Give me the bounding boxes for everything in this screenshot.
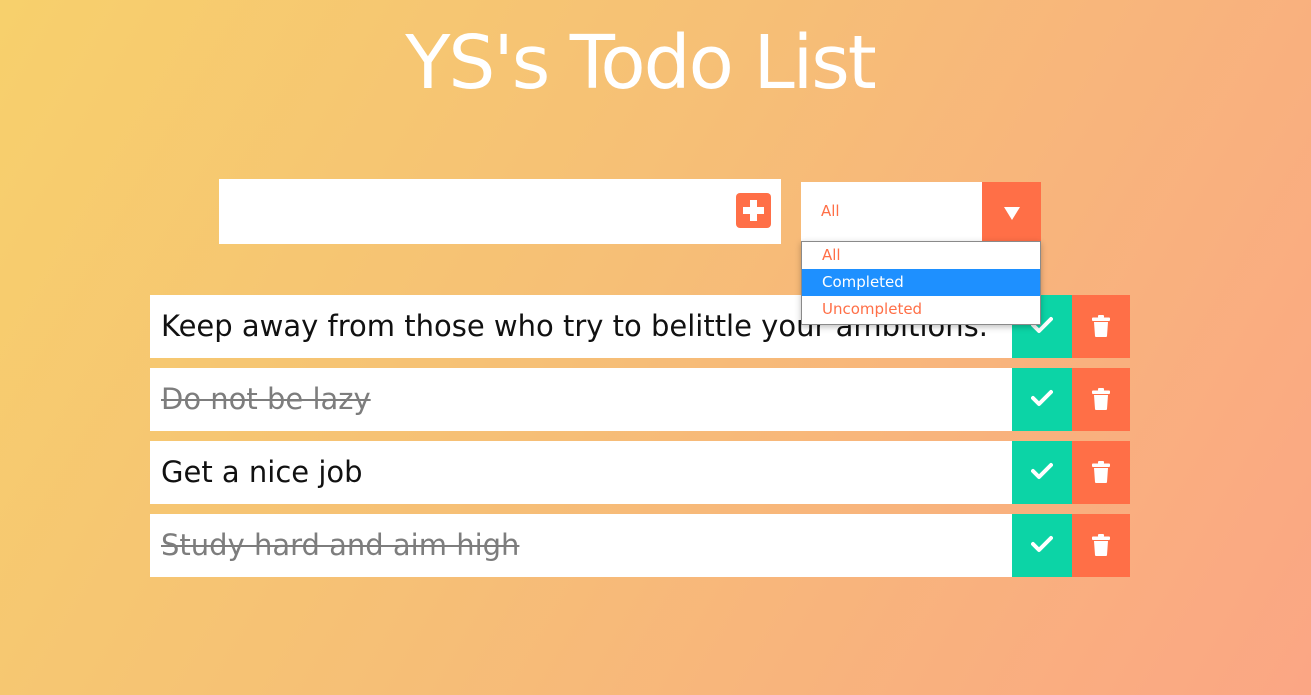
todo-item: Do not be lazy [150,368,1130,431]
check-icon [1031,463,1053,479]
todo-text: Do not be lazy [161,382,371,416]
check-icon [1031,536,1053,552]
todo-input[interactable] [219,179,719,244]
delete-button[interactable] [1072,368,1130,431]
filter-select[interactable]: All [801,182,1041,242]
delete-button[interactable] [1072,295,1130,358]
trash-icon [1092,534,1110,556]
trash-icon [1092,315,1110,337]
trash-icon [1092,461,1110,483]
todo-text: Get a nice job [161,455,363,489]
filter-option-uncompleted[interactable]: Uncompleted [802,296,1040,323]
filter-dropdown-list: All Completed Uncompleted [801,241,1041,325]
add-todo-button[interactable] [736,193,771,228]
todo-input-container [219,179,781,244]
delete-button[interactable] [1072,514,1130,577]
complete-button[interactable] [1012,514,1072,577]
filter-selected-value: All [821,202,840,220]
trash-icon [1092,388,1110,410]
plus-icon [743,200,764,221]
complete-button[interactable] [1012,441,1072,504]
delete-button[interactable] [1072,441,1130,504]
caret-down-icon [1004,207,1020,220]
page-title: YS's Todo List [405,20,877,106]
filter-option-all[interactable]: All [802,242,1040,269]
complete-button[interactable] [1012,368,1072,431]
todo-text: Study hard and aim high [161,528,520,562]
todo-item: Study hard and aim high [150,514,1130,577]
filter-option-completed[interactable]: Completed [802,269,1040,296]
filter-dropdown-button[interactable] [982,182,1041,242]
todo-item: Get a nice job [150,441,1130,504]
check-icon [1031,390,1053,406]
